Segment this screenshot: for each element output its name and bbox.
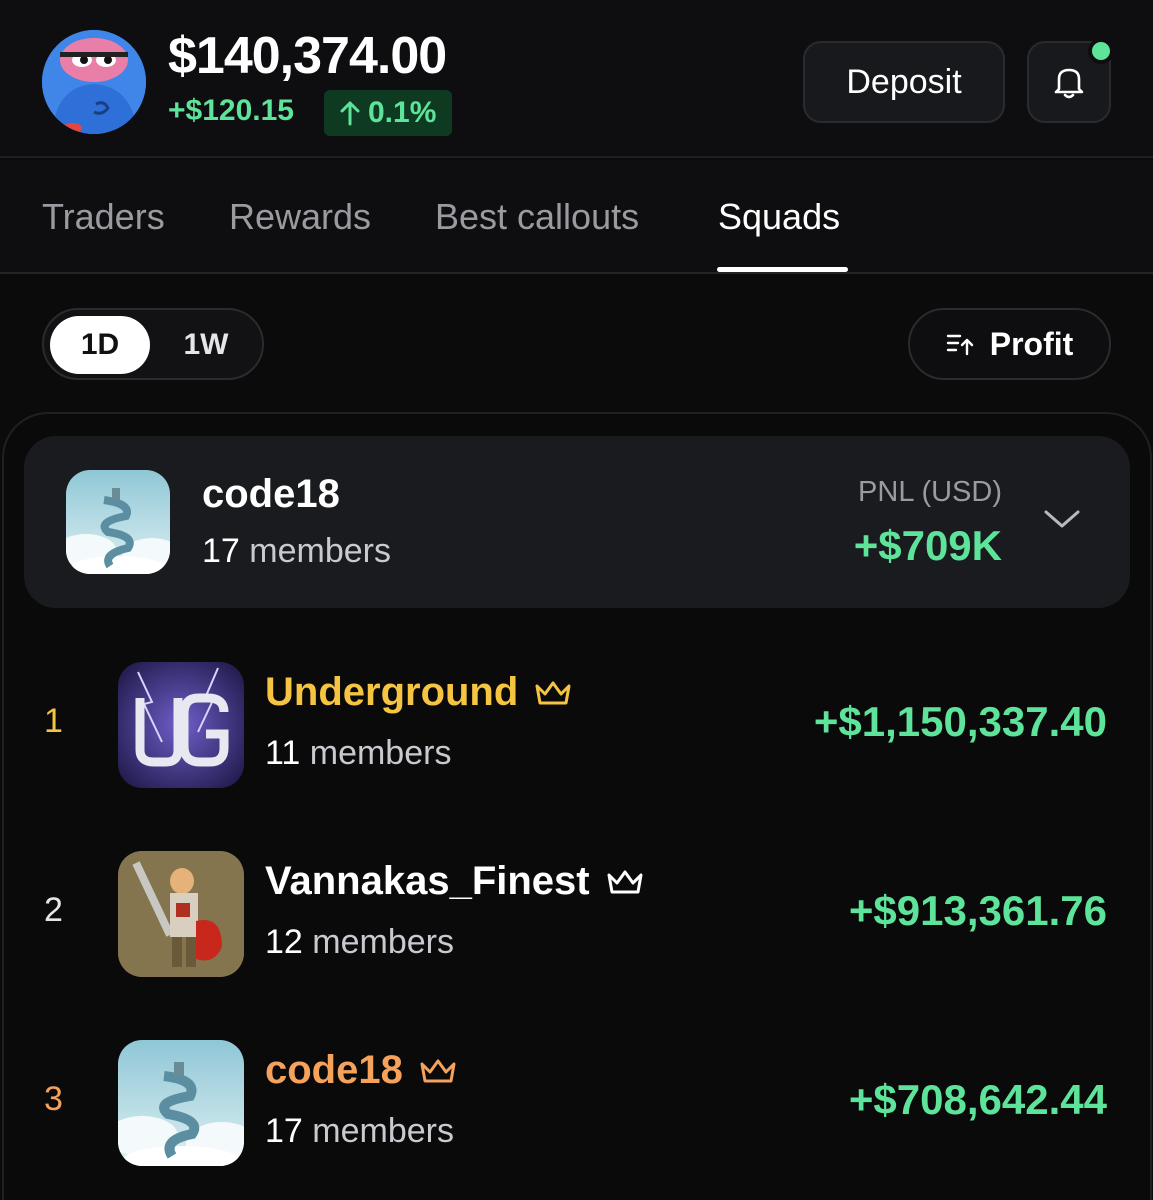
period-option-1w[interactable]: 1W bbox=[156, 316, 256, 374]
members-label: members bbox=[312, 1112, 454, 1150]
tab-squads[interactable]: Squads bbox=[718, 196, 840, 238]
crown-icon bbox=[607, 870, 643, 893]
rank-number: 1 bbox=[44, 702, 63, 740]
squad-pnl: +$1,150,337.40 bbox=[813, 698, 1107, 745]
sort-button[interactable]: Profit bbox=[908, 308, 1111, 380]
balance-change-amount: +$120.15 bbox=[168, 94, 294, 127]
members-label: members bbox=[312, 923, 454, 961]
leaderboard-row[interactable]: 3 code18 17 members +$708,642.44 bbox=[0, 1038, 1153, 1168]
crown-icon bbox=[535, 681, 571, 704]
squad-pnl: +$913,361.76 bbox=[848, 887, 1107, 934]
sort-icon bbox=[946, 334, 973, 356]
squad-members: 11 members bbox=[265, 734, 451, 773]
member-count: 17 bbox=[265, 1112, 303, 1150]
members-label: members bbox=[309, 734, 452, 772]
arrow-up-icon bbox=[340, 101, 360, 126]
squad-members: 17 members bbox=[265, 1112, 454, 1151]
period-toggle: 1D 1W bbox=[42, 308, 264, 380]
my-squad-name: code18 bbox=[202, 472, 340, 516]
account-header: $140,374.00 +$120.15 0.1% Deposit bbox=[0, 0, 1153, 158]
period-option-1d[interactable]: 1D bbox=[50, 316, 150, 374]
squad-name: Vannakas_Finest bbox=[265, 859, 644, 904]
member-count: 11 bbox=[265, 734, 301, 772]
rank-number: 2 bbox=[44, 891, 63, 929]
tab-rewards[interactable]: Rewards bbox=[229, 196, 371, 238]
leaderboard-row[interactable]: 2 Vannakas_Finest 12 members +$913,361.7… bbox=[0, 849, 1153, 979]
squad-name: Underground bbox=[265, 670, 572, 715]
balance-change-percent-badge: 0.1% bbox=[324, 90, 453, 136]
my-squad-card[interactable]: code18 17 members PNL (USD) +$709K bbox=[24, 436, 1130, 608]
bell-icon bbox=[1054, 68, 1084, 99]
avatar[interactable] bbox=[42, 30, 146, 134]
squad-members: 12 members bbox=[265, 923, 454, 962]
deposit-button[interactable]: Deposit bbox=[803, 41, 1005, 123]
chevron-down-icon[interactable] bbox=[1042, 504, 1082, 534]
leaderboard-tabs: Traders Rewards Best callouts Squads bbox=[0, 160, 1153, 274]
squad-icon-underground bbox=[118, 662, 244, 788]
squad-pnl: +$708,642.44 bbox=[848, 1076, 1107, 1123]
leaderboard-row[interactable]: 1 Underground 11 members +$1,150,337.40 bbox=[0, 660, 1153, 790]
balance-change-percent: 0.1% bbox=[368, 96, 437, 129]
notification-dot bbox=[1088, 38, 1114, 64]
sort-label: Profit bbox=[989, 325, 1074, 362]
my-squad-members: 17 members bbox=[202, 532, 391, 571]
balance-amount: $140,374.00 bbox=[168, 27, 447, 85]
crown-icon bbox=[420, 1059, 456, 1082]
squad-name-text: code18 bbox=[265, 1048, 403, 1092]
squad-icon-vannakas-finest bbox=[118, 851, 244, 977]
squad-name-text: Underground bbox=[265, 670, 519, 714]
squad-name: code18 bbox=[265, 1048, 457, 1093]
member-count: 12 bbox=[265, 923, 303, 961]
squad-name-text: Vannakas_Finest bbox=[265, 859, 590, 903]
rank-number: 3 bbox=[44, 1080, 63, 1118]
squad-icon-code18 bbox=[118, 1040, 244, 1166]
tab-traders[interactable]: Traders bbox=[42, 196, 165, 238]
members-label: members bbox=[249, 532, 391, 570]
tab-best-callouts[interactable]: Best callouts bbox=[435, 196, 639, 238]
pnl-label: PNL (USD) bbox=[858, 476, 1002, 508]
active-tab-indicator bbox=[717, 267, 848, 272]
pnl-value: +$709K bbox=[853, 522, 1002, 569]
member-count: 17 bbox=[202, 532, 240, 570]
squad-icon-code18 bbox=[66, 470, 170, 574]
